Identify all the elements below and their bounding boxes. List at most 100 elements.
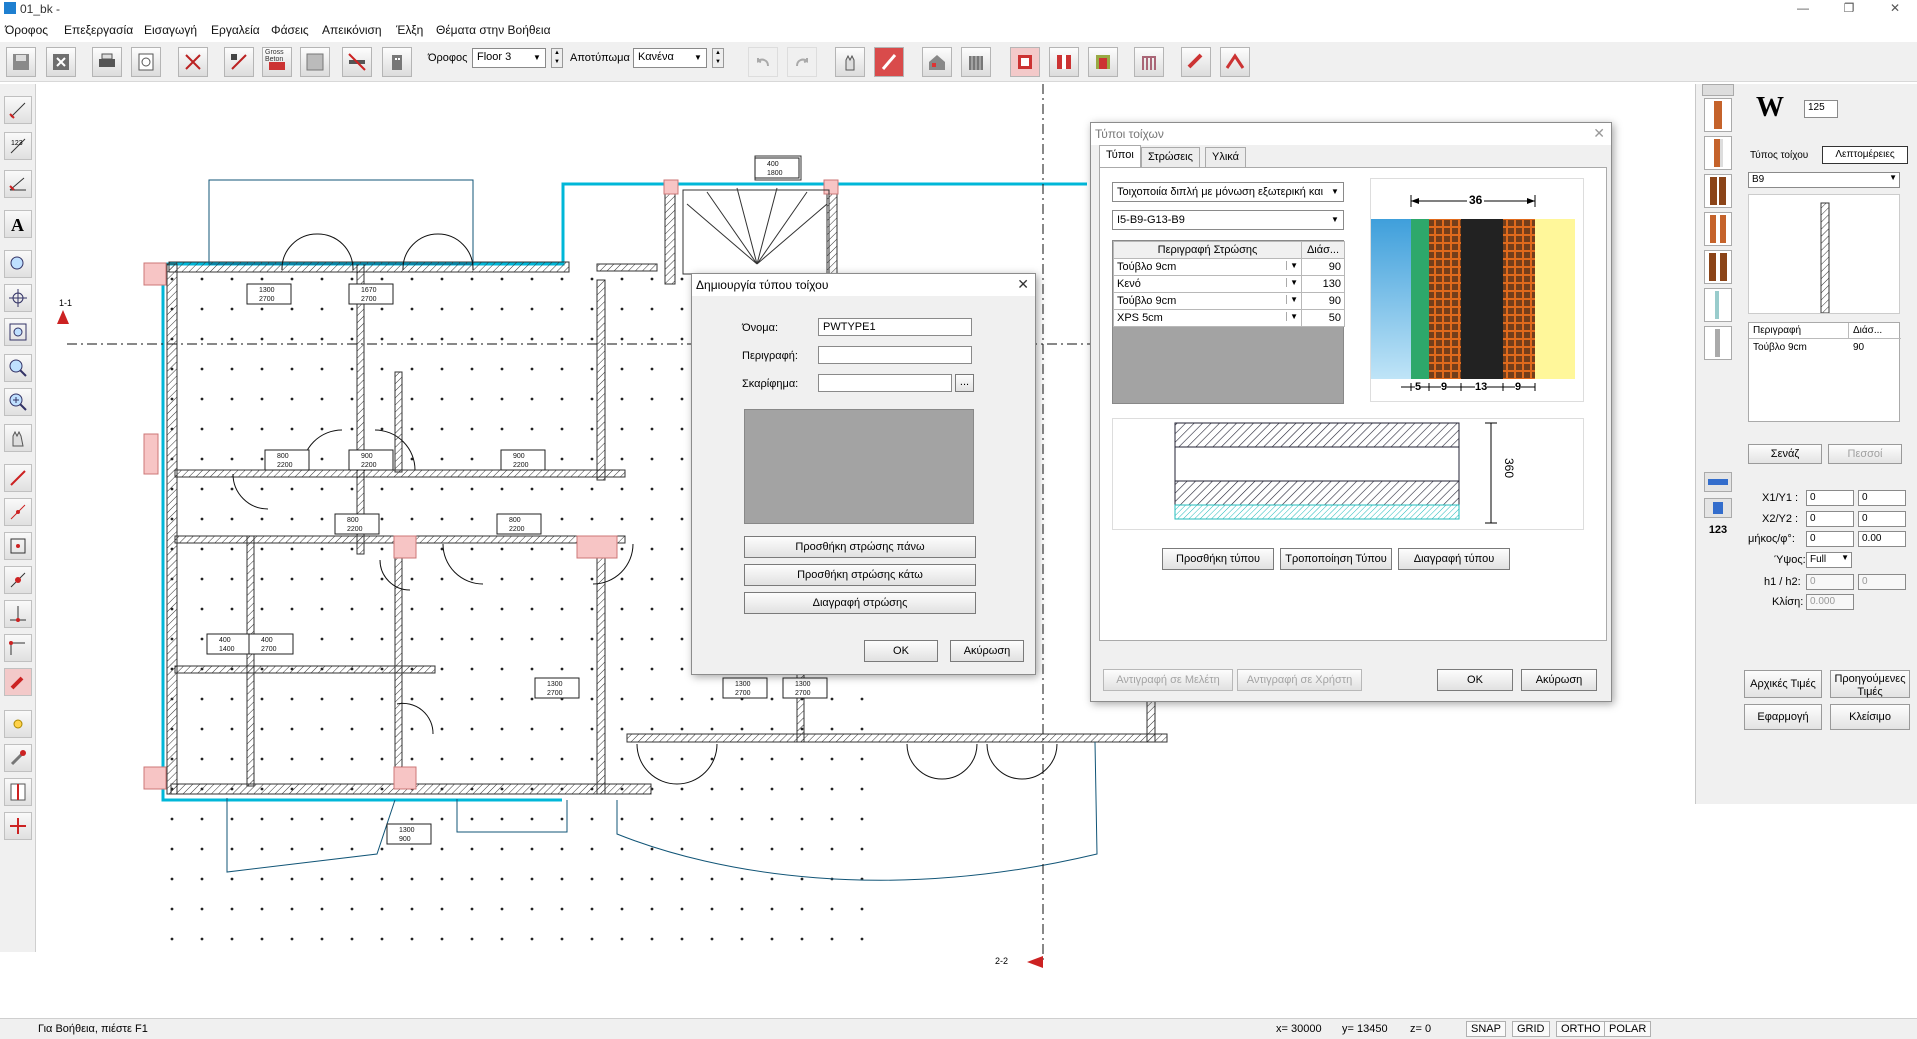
delete-layer-button[interactable]: Διαγραφή στρώσης bbox=[744, 592, 976, 614]
railing-button[interactable] bbox=[1134, 47, 1164, 77]
print-preview-button[interactable] bbox=[131, 47, 161, 77]
point-tool-button[interactable] bbox=[4, 566, 32, 594]
lintel-button[interactable]: Σενάζ bbox=[1748, 444, 1822, 464]
menu-tools[interactable]: Εργαλεία bbox=[211, 23, 260, 37]
layer-row[interactable]: Τούβλο 9cm ▼ 90 bbox=[1113, 258, 1345, 276]
zoom-window-button[interactable] bbox=[4, 250, 32, 278]
rect-tool-button[interactable] bbox=[4, 532, 32, 560]
wall-thumb-6[interactable] bbox=[1704, 288, 1732, 322]
book-tool-button[interactable] bbox=[4, 778, 32, 806]
snap-toggle[interactable]: SNAP bbox=[1466, 1021, 1506, 1037]
light-tool-button[interactable] bbox=[4, 710, 32, 738]
add-type-button[interactable]: Προσθήκη τύπου bbox=[1162, 548, 1274, 570]
ruler-button[interactable] bbox=[1181, 47, 1211, 77]
menu-view[interactable]: Απεικόνιση bbox=[322, 23, 382, 37]
tool-wall-cut-button[interactable] bbox=[342, 47, 372, 77]
name-input[interactable]: PWTYPE1 bbox=[818, 318, 972, 336]
length-input[interactable]: 0 bbox=[1806, 531, 1854, 547]
ok-button[interactable]: OK bbox=[1437, 669, 1513, 691]
type-code-select[interactable]: I5-B9-G13-B9 ▼ bbox=[1112, 210, 1344, 230]
undo-button[interactable] bbox=[748, 47, 778, 77]
house-button[interactable] bbox=[922, 47, 952, 77]
tool-trim-button[interactable] bbox=[224, 47, 254, 77]
tool-dimension2-button[interactable]: 123 bbox=[4, 132, 32, 160]
perp-tool-button[interactable] bbox=[4, 600, 32, 628]
save-button[interactable] bbox=[6, 47, 36, 77]
apply-button[interactable]: Εφαρμογή bbox=[1744, 704, 1822, 730]
tool-cut-button[interactable] bbox=[178, 47, 208, 77]
tab-materials[interactable]: Υλικά bbox=[1205, 147, 1247, 167]
x2-input[interactable]: 0 bbox=[1806, 511, 1854, 527]
close-icon[interactable]: ✕ bbox=[1017, 276, 1029, 293]
layer-row[interactable]: XPS 5cm ▼ 50 bbox=[1113, 309, 1345, 327]
hand-tool-button[interactable] bbox=[4, 424, 32, 452]
tab-layers[interactable]: Στρώσεις bbox=[1141, 147, 1200, 167]
y2-input[interactable]: 0 bbox=[1858, 511, 1906, 527]
ortho-toggle[interactable]: ORTHO bbox=[1556, 1021, 1606, 1037]
layer-row[interactable]: Τούβλο 9cm ▼ 90 bbox=[1113, 292, 1345, 310]
line-tool-button[interactable] bbox=[4, 464, 32, 492]
menu-insert[interactable]: Εισαγωγή bbox=[144, 23, 197, 37]
menu-help[interactable]: Θέματα στην Βοήθεια bbox=[436, 23, 551, 37]
wall-thumb-7[interactable] bbox=[1704, 326, 1732, 360]
snap-tool-button[interactable] bbox=[4, 668, 32, 696]
x1-input[interactable]: 0 bbox=[1806, 490, 1854, 506]
zoom-extents-button[interactable] bbox=[4, 318, 32, 346]
copy-to-study-button[interactable]: Αντιγραφή σε Μελέτη bbox=[1103, 669, 1233, 691]
cancel-button[interactable]: Ακύρωση bbox=[1521, 669, 1597, 691]
cancel-button[interactable]: Ακύρωση bbox=[950, 640, 1024, 662]
menu-snap[interactable]: Έλξη bbox=[396, 23, 423, 37]
add-layer-above-button[interactable]: Προσθήκη στρώσης πάνω bbox=[744, 536, 976, 558]
tool-level-button[interactable] bbox=[4, 170, 32, 198]
initial-values-button[interactable]: Αρχικές Τιμές bbox=[1744, 670, 1822, 698]
close-file-button[interactable] bbox=[46, 47, 76, 77]
sketch-input[interactable] bbox=[818, 374, 952, 392]
tab-details[interactable]: Λεπτομέρειες bbox=[1822, 146, 1908, 164]
wall-thumb-1[interactable] bbox=[1704, 98, 1732, 132]
roof-button[interactable] bbox=[1220, 47, 1250, 77]
wall-edit-button[interactable] bbox=[1704, 498, 1732, 518]
menu-phases[interactable]: Φάσεις bbox=[271, 23, 309, 37]
building-button[interactable] bbox=[382, 47, 412, 77]
wall-thumb-4[interactable] bbox=[1704, 212, 1732, 246]
paint-tool-button[interactable] bbox=[4, 744, 32, 772]
restore-button[interactable]: ❐ bbox=[1826, 0, 1872, 18]
tool-grid-button[interactable] bbox=[300, 47, 330, 77]
floor-spinner[interactable]: ▲ ▼ bbox=[551, 48, 563, 68]
close-panel-button[interactable]: Κλείσιμο bbox=[1830, 704, 1910, 730]
gross-beton-button[interactable]: Gross Beton bbox=[262, 47, 292, 77]
pier-button[interactable]: Πεσσοί bbox=[1828, 444, 1902, 464]
floor-select[interactable]: Floor 3 ▼ bbox=[472, 48, 546, 68]
y1-input[interactable]: 0 bbox=[1858, 490, 1906, 506]
wall-type-select[interactable]: B9 ▼ bbox=[1748, 172, 1900, 188]
polyline-tool-button[interactable] bbox=[4, 498, 32, 526]
category-select[interactable]: Τοιχοποιία διπλή με μόνωση εξωτερική και… bbox=[1112, 182, 1344, 202]
print-select[interactable]: Κανένα ▼ bbox=[633, 48, 707, 68]
align-wall-button[interactable] bbox=[1704, 472, 1732, 492]
print-button[interactable] bbox=[92, 47, 122, 77]
angle-input[interactable]: 0.00 bbox=[1858, 531, 1906, 547]
section-view-button[interactable] bbox=[1049, 47, 1079, 77]
print-spinner[interactable]: ▲ ▼ bbox=[712, 48, 724, 68]
copy-to-user-button[interactable]: Αντιγραφή σε Χρήστη bbox=[1237, 669, 1362, 691]
h1-input[interactable]: 0 bbox=[1806, 574, 1854, 590]
move-tool-button[interactable] bbox=[4, 812, 32, 840]
grid-toggle[interactable]: GRID bbox=[1512, 1021, 1550, 1037]
description-input[interactable] bbox=[818, 346, 972, 364]
facade-view-button[interactable] bbox=[1088, 47, 1118, 77]
tool-text-button[interactable]: A bbox=[4, 210, 32, 238]
wall-width-input[interactable]: 125 bbox=[1804, 100, 1838, 118]
close-icon[interactable]: ✕ bbox=[1593, 125, 1605, 142]
zoom-in-button[interactable] bbox=[4, 388, 32, 416]
close-window-button[interactable]: ✕ bbox=[1872, 0, 1917, 18]
draw-line-button[interactable] bbox=[874, 47, 904, 77]
zoom-pan-button[interactable] bbox=[4, 284, 32, 312]
height-select[interactable]: Full ▼ bbox=[1806, 552, 1852, 568]
zoom-out-button[interactable] bbox=[4, 354, 32, 382]
tower-button[interactable] bbox=[961, 47, 991, 77]
tool-dimension-button[interactable] bbox=[4, 96, 32, 124]
counter-button[interactable]: 123 bbox=[1704, 524, 1732, 544]
plan-view-button[interactable] bbox=[1010, 47, 1040, 77]
wall-thumb-5[interactable] bbox=[1704, 250, 1732, 284]
browse-button[interactable]: ... bbox=[955, 374, 974, 392]
